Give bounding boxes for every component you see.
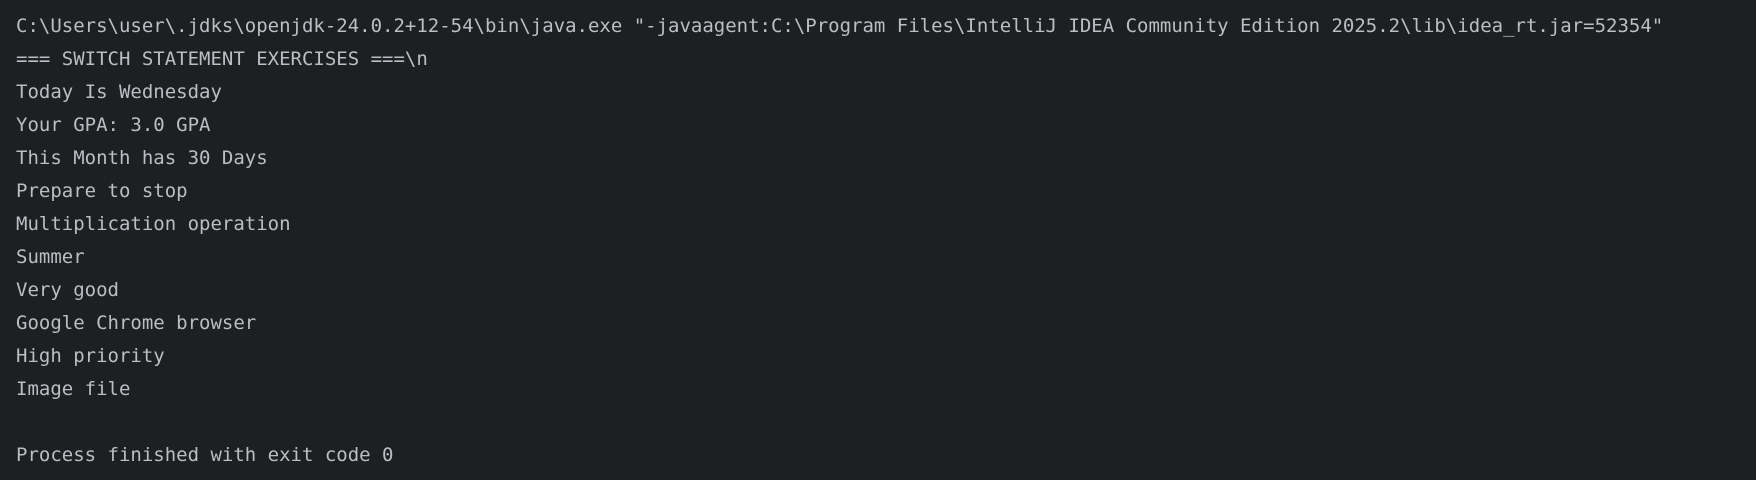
console-output-line: Summer (16, 246, 85, 268)
console-output-line: This Month has 30 Days (16, 147, 268, 169)
console-output-line: Google Chrome browser (16, 312, 257, 334)
console-output-line: Multiplication operation (16, 213, 291, 235)
console-output-line: Image file (16, 378, 131, 400)
console-command-line: C:\Users\user\.jdks\openjdk-24.0.2+12-54… (16, 15, 1664, 37)
run-console-output[interactable]: C:\Users\user\.jdks\openjdk-24.0.2+12-54… (0, 0, 1756, 480)
console-output-line: Very good (16, 279, 119, 301)
console-right-edge (1748, 0, 1756, 480)
console-output-line: Today Is Wednesday (16, 81, 222, 103)
process-exit-message: Process finished with exit code 0 (16, 444, 394, 466)
console-output-line: Prepare to stop (16, 180, 188, 202)
console-output-line: High priority (16, 345, 165, 367)
console-output-line: === SWITCH STATEMENT EXERCISES ===\n (16, 48, 428, 70)
console-output-line: Your GPA: 3.0 GPA (16, 114, 211, 136)
